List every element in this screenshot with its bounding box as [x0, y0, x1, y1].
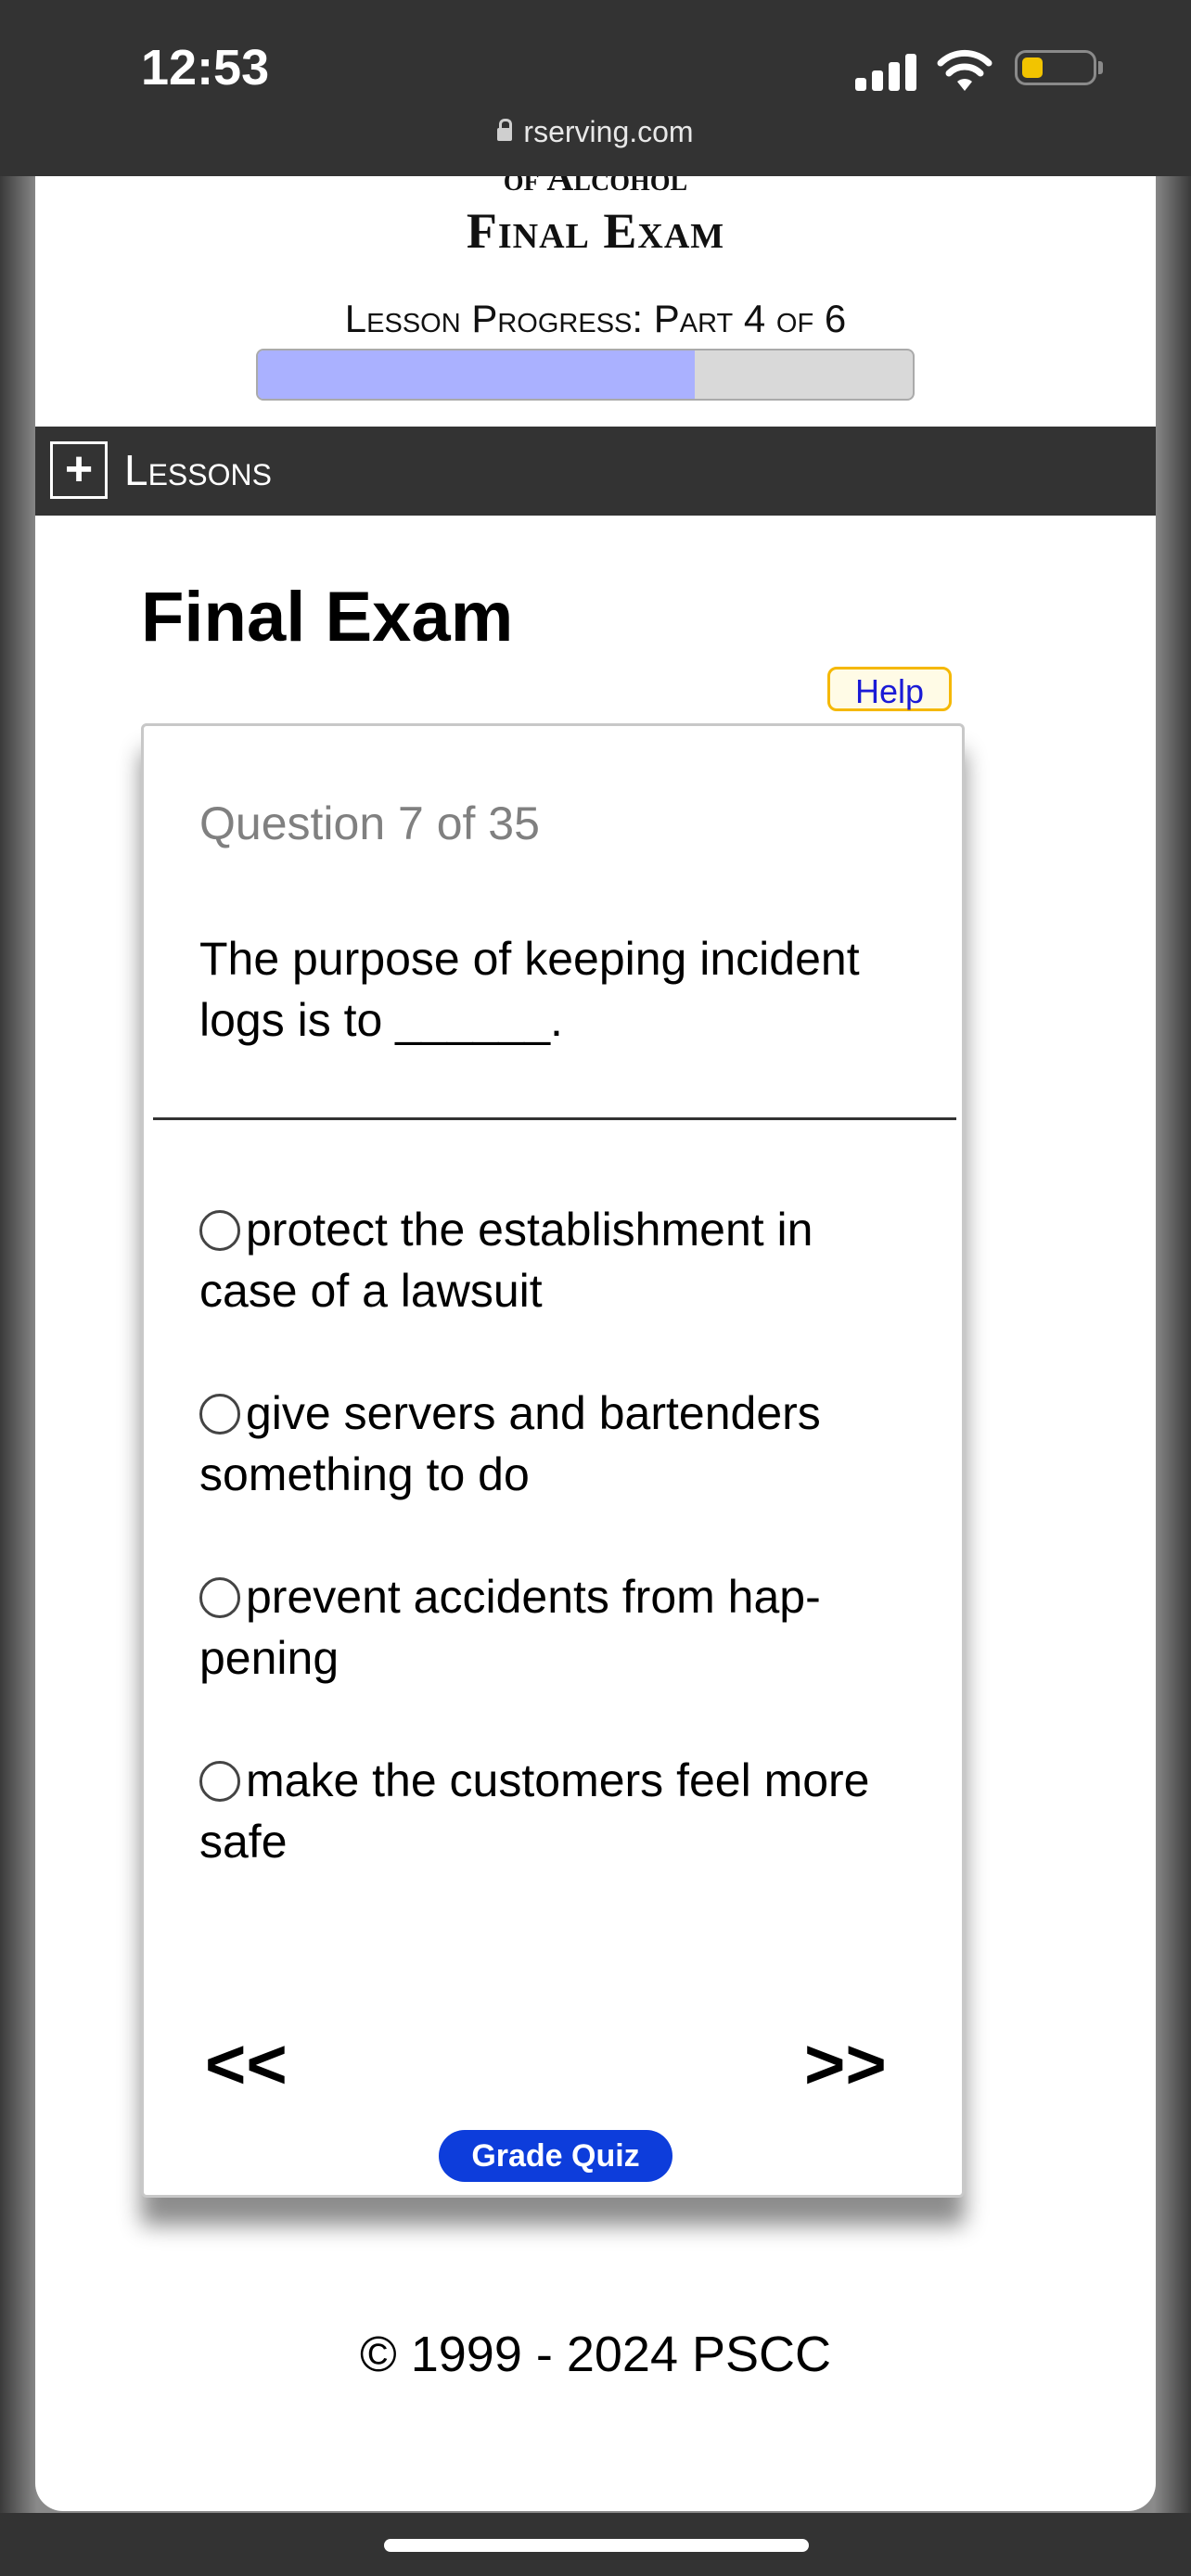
radio-button[interactable] — [199, 1761, 240, 1802]
status-time: 12:53 — [141, 40, 270, 96]
answer-option[interactable]: protect the establishment in case of a l… — [199, 1199, 923, 1321]
help-button[interactable]: Help — [827, 667, 952, 711]
radio-button[interactable] — [199, 1394, 240, 1435]
plus-icon[interactable]: + — [50, 441, 108, 499]
copyright-footer: © 1999 - 2024 PSCC — [359, 2327, 832, 2382]
lesson-progress-bar — [256, 349, 915, 401]
url-text: rserving.com — [523, 115, 694, 148]
address-bar[interactable]: rserving.com — [0, 115, 1191, 149]
exam-title: Final Exam — [466, 203, 725, 259]
quiz-card: Question 7 of 35 The purpose of keeping … — [141, 723, 965, 2198]
divider — [153, 1117, 956, 1120]
answer-option-label: make the customers feel more safe — [199, 1754, 870, 1868]
radio-button[interactable] — [199, 1210, 240, 1251]
page-title: Final Exam — [141, 578, 514, 657]
browser-viewport: of Alcohol Final Exam Lesson Progress: P… — [0, 176, 1191, 2513]
lessons-label: Lessons — [124, 446, 272, 494]
battery-icon — [1015, 50, 1096, 85]
radio-button[interactable] — [199, 1577, 240, 1618]
grade-quiz-button[interactable]: Grade Quiz — [439, 2130, 672, 2182]
lesson-progress-label: Lesson Progress: Part 4 of 6 — [344, 297, 847, 340]
answer-option-label: protect the establishment in case of a l… — [199, 1204, 813, 1317]
lock-icon — [497, 119, 513, 141]
question-text: The purpose of keeping incident logs is … — [199, 933, 860, 1046]
web-page: of Alcohol Final Exam Lesson Progress: P… — [35, 176, 1156, 2511]
cellular-signal-icon — [855, 52, 918, 91]
answer-option[interactable]: make the customers feel more safe — [199, 1750, 923, 1872]
answer-option[interactable]: give servers and bartenders something to… — [199, 1383, 923, 1505]
lessons-toggle-bar[interactable]: + Lessons — [35, 427, 1156, 516]
answer-option-label: prevent accidents from hap-pening — [199, 1571, 821, 1684]
status-bar: 12:53 rserving.com — [0, 0, 1191, 176]
course-title: of Alcohol — [503, 176, 688, 198]
lesson-progress-fill — [258, 351, 695, 399]
answer-option-label: give servers and bartenders something to… — [199, 1387, 821, 1500]
previous-question-button[interactable]: << — [205, 2024, 288, 2105]
home-indicator[interactable] — [384, 2539, 809, 2552]
question-counter: Question 7 of 35 — [199, 797, 540, 849]
wifi-icon — [937, 49, 992, 91]
next-question-button[interactable]: >> — [804, 2024, 887, 2105]
answer-option[interactable]: prevent accidents from hap-pening — [199, 1566, 923, 1689]
